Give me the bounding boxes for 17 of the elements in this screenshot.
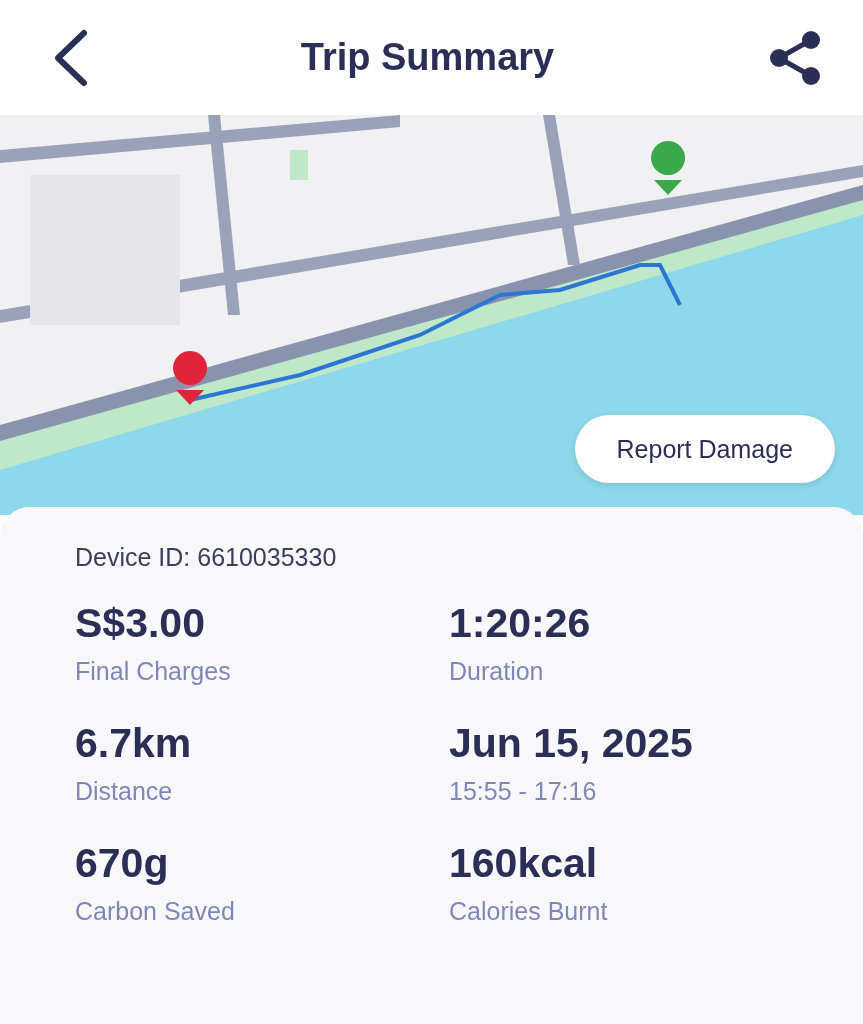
stat-value: 160kcal [449, 840, 599, 887]
stat-label: Calories Burnt [449, 897, 609, 926]
back-icon[interactable] [52, 28, 88, 87]
stat-value: 1:20:26 [449, 600, 592, 647]
stat-value: 6.7km [75, 720, 193, 767]
stat-label: 15:55 - 17:16 [449, 777, 598, 806]
stat-value: S$3.00 [75, 600, 206, 647]
report-damage-button[interactable]: Report Damage [574, 415, 835, 483]
stat-label: Final Charges [75, 657, 232, 686]
stat-label: Duration [449, 657, 545, 686]
device-id: Device ID: 6610035330 [75, 543, 338, 572]
stat-label: Distance [75, 777, 174, 806]
stat-label: Carbon Saved [75, 897, 236, 926]
screen-title: Trip Summary [300, 36, 555, 79]
stat-value: 670g [75, 840, 170, 887]
share-icon[interactable] [767, 29, 823, 86]
stat-value: Jun 15, 2025 [449, 720, 694, 767]
